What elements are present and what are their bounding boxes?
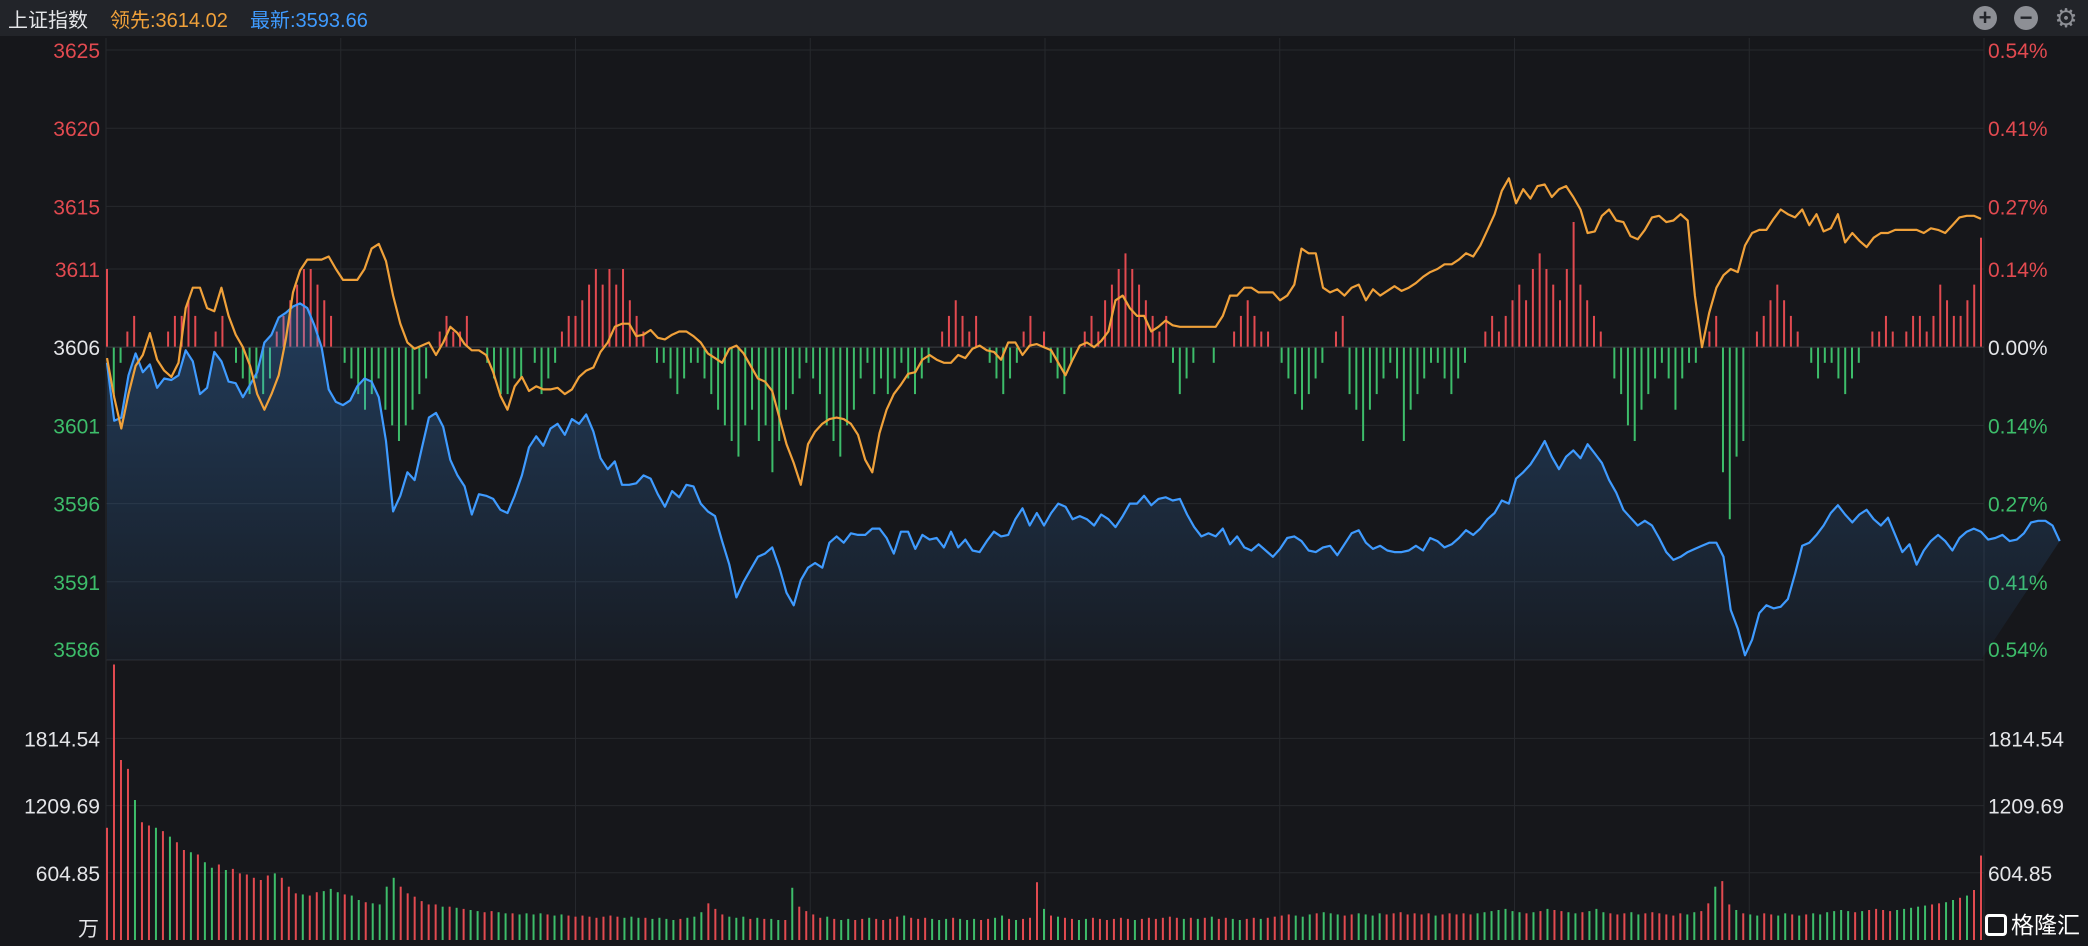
watermark: 格隆汇 [1985, 906, 2080, 940]
logo-icon [1985, 914, 2007, 936]
intraday-chart: 3625 3620 3615 3611 3606 3601 3596 3591 3586 0.54… [24, 38, 2064, 941]
right-tick-label: 0.27% [1988, 196, 2048, 219]
volume-tick-label-right: 1209.69 [1988, 796, 2064, 819]
volume-tick-label-left: 1209.69 [24, 796, 100, 819]
left-tick-label: 3606 [53, 337, 100, 360]
volume-bars [106, 664, 1982, 940]
right-tick-label: 0.14% [1988, 259, 2048, 282]
volume-tick-label-left: 604.85 [36, 863, 100, 886]
volume-tick-label-right: 1814.54 [1988, 728, 2064, 751]
volume-tick-label-right: 604.85 [1988, 863, 2052, 886]
left-tick-label: 3591 [53, 572, 100, 595]
watermark-text: 格隆汇 [2011, 912, 2080, 938]
right-tick-label: 0.54% [1988, 639, 2048, 662]
right-tick-label: 0.54% [1988, 40, 2048, 63]
left-tick-label: 3596 [53, 494, 100, 517]
left-tick-label: 3601 [53, 415, 100, 438]
left-tick-label: 3615 [53, 196, 100, 219]
volume-tick-label-left: 1814.54 [24, 728, 100, 751]
right-tick-label: 0.00% [1988, 337, 2048, 360]
left-tick-label: 3620 [53, 118, 100, 141]
left-tick-label: 3611 [55, 259, 100, 282]
left-tick-label: 3625 [53, 40, 100, 63]
left-tick-label: 3586 [53, 639, 100, 662]
right-tick-label: 0.27% [1988, 494, 2048, 517]
right-tick-label: 0.41% [1988, 118, 2048, 141]
volume-unit-label: 万 [78, 918, 99, 941]
right-tick-label: 0.14% [1988, 415, 2048, 438]
